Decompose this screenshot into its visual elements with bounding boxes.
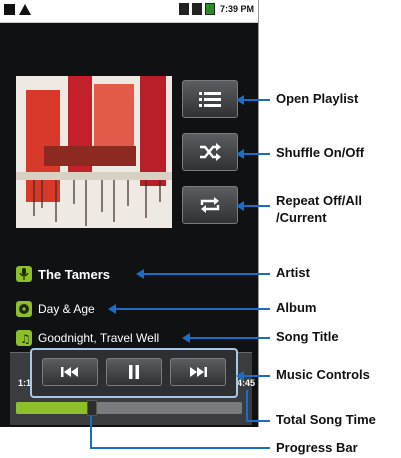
status-bar: 7:39 PM	[0, 0, 258, 23]
progress-thumb[interactable]	[87, 400, 97, 416]
callout-song-title: Song Title	[276, 329, 339, 344]
album-disc-icon	[16, 301, 32, 317]
callout-total-song-time: Total Song Time	[276, 412, 376, 427]
callout-progress-bar: Progress Bar	[276, 440, 358, 455]
callout-shuffle: Shuffle On/Off	[276, 145, 365, 160]
callout-repeat-2: /Current	[276, 210, 327, 225]
callout-arrow	[236, 149, 244, 159]
callout-arrow	[182, 333, 190, 343]
callout-arrow	[236, 95, 244, 105]
music-controls	[30, 348, 238, 398]
playlist-icon	[199, 92, 221, 107]
progress-fill	[16, 402, 91, 414]
notification-icon	[4, 4, 15, 15]
pause-icon	[129, 365, 139, 379]
battery-icon	[204, 3, 215, 15]
album-name: Day & Age	[38, 302, 95, 316]
music-note-icon: ♫	[16, 330, 32, 346]
callout-open-playlist: Open Playlist	[276, 91, 359, 106]
callout-album: Album	[276, 300, 317, 315]
callout-arrow	[136, 269, 144, 279]
previous-button[interactable]	[42, 358, 98, 386]
album-row: Day & Age	[16, 301, 95, 317]
album-art	[16, 76, 172, 228]
callout-repeat-1: Repeat Off/All	[276, 193, 362, 208]
next-icon	[190, 367, 207, 377]
song-title: Goodnight, Travel Well	[38, 331, 160, 345]
warning-icon	[19, 4, 31, 15]
shuffle-button[interactable]	[182, 133, 238, 171]
callout-music-controls: Music Controls	[276, 367, 370, 382]
signal-icon	[178, 3, 189, 15]
callout-arrow	[108, 304, 116, 314]
network-icon	[191, 3, 202, 15]
callout-arrow	[236, 371, 244, 381]
album-art-image	[16, 76, 172, 228]
artist-row: The Tamers	[16, 266, 110, 282]
repeat-icon	[200, 197, 220, 213]
svg-text:♫: ♫	[20, 332, 29, 344]
microphone-icon	[16, 266, 32, 282]
callout-artist: Artist	[276, 265, 310, 280]
status-time: 7:39 PM	[219, 4, 254, 14]
phone-screen: 7:39 PM The Tamers Day & Age ♫ Goodnight…	[0, 0, 259, 427]
previous-icon	[61, 367, 78, 377]
repeat-button[interactable]	[182, 186, 238, 224]
next-button[interactable]	[170, 358, 226, 386]
progress-bar[interactable]	[16, 400, 242, 416]
open-playlist-button[interactable]	[182, 80, 238, 118]
artist-name: The Tamers	[38, 266, 111, 282]
shuffle-icon	[200, 143, 221, 161]
callout-arrow	[236, 201, 244, 211]
song-row: ♫ Goodnight, Travel Well	[16, 330, 159, 346]
pause-button[interactable]	[106, 358, 162, 386]
